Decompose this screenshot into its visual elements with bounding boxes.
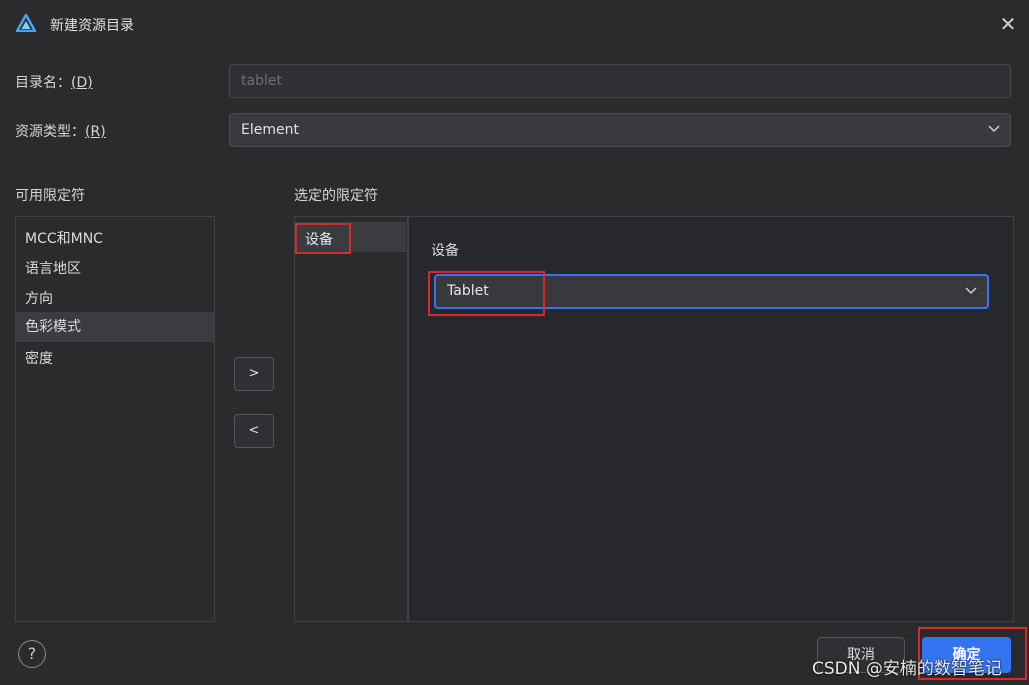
device-select[interactable]: Tablet [434,274,989,309]
title-bar: 新建资源目录 ✕ [0,0,1029,48]
close-icon[interactable]: ✕ [996,12,1020,36]
available-qualifiers-list: MCC和MNC 语言地区 方向 色彩模式 密度 [15,216,215,622]
resource-type-label: 资源类型：(R) [15,124,106,140]
ok-button[interactable]: 确定 [922,637,1011,673]
list-item-orientation[interactable]: 方向 [16,284,214,314]
list-item-mcc-mnc[interactable]: MCC和MNC [16,224,214,254]
device-value: Tablet [447,283,489,299]
available-qualifiers-header: 可用限定符 [15,188,85,204]
resource-type-value: Element [241,122,299,138]
resource-type-select[interactable]: Element [229,113,1011,147]
list-item-density[interactable]: 密度 [16,344,214,374]
dialog-title: 新建资源目录 [50,18,134,34]
selected-qualifiers-header: 选定的限定符 [294,188,378,204]
device-label: 设备 [431,243,459,259]
selected-item-device-label: 设备 [305,232,333,248]
remove-qualifier-button[interactable]: < [234,414,274,448]
add-qualifier-button[interactable]: > [234,357,274,391]
chevron-down-icon [988,114,1000,133]
list-item-color-mode[interactable]: 色彩模式 [16,312,214,342]
cancel-button[interactable]: 取消 [817,637,905,673]
dir-name-label: 目录名：(D) [15,75,93,91]
selected-qualifiers-list [294,216,408,622]
dir-name-input[interactable]: tablet [229,64,1011,98]
list-item-locale[interactable]: 语言地区 [16,254,214,284]
chevron-down-icon [965,276,977,295]
help-icon[interactable]: ? [18,640,46,668]
app-logo-icon [16,14,36,32]
